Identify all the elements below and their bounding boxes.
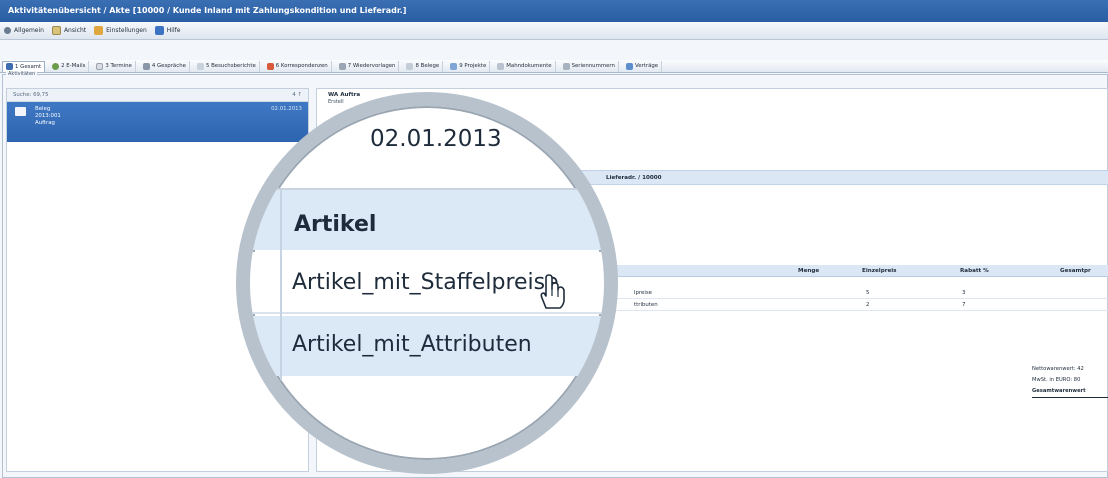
magnified-view: 02.01.2013 Artikel Artikel_mit_Staffelpr… (250, 106, 604, 460)
reminder-icon (338, 62, 346, 70)
col-total: Gesamtpr (1060, 268, 1091, 274)
tab-vertraege[interactable]: Verträge (623, 60, 663, 72)
column-divider (280, 190, 282, 380)
menu-hilfe[interactable]: Hilfe (154, 26, 180, 35)
row-discount: 3 (962, 290, 966, 296)
tab-belege[interactable]: 8 Belege (403, 60, 444, 72)
pin-icon (4, 27, 11, 34)
settings-icon (94, 26, 104, 35)
monitor-icon (6, 63, 13, 70)
tab-korrespondenzen[interactable]: 6 Korrespondenzen (264, 60, 332, 72)
gross-total: Gesamtwarenwert (1032, 388, 1086, 394)
application-window: Aktivitätenübersicht / Akte [10000 / Kun… (0, 0, 1108, 478)
tab-besuchsberichte[interactable]: 5 Besuchsberichte (194, 60, 260, 72)
activity-tabs: 1 Gesamt 2 E-Mails 3 Termine 4 Gespräche… (0, 60, 1108, 73)
menu-einstellungen[interactable]: Einstellungen (94, 26, 147, 35)
document-subtitle: Erstell (328, 99, 344, 105)
menu-bar: Allgemein Ansicht Einstellungen Hilfe (0, 22, 1108, 40)
view-icon (51, 26, 61, 35)
net-total: Nettowarenwert: 42 (1032, 366, 1084, 372)
project-icon (450, 62, 458, 70)
magnified-col-article: Artikel (294, 212, 377, 237)
list-nav-arrows[interactable]: 4 ↑ (292, 92, 302, 98)
row-quantity: 2 (866, 302, 870, 308)
menu-allgemein[interactable]: Allgemein (4, 27, 44, 34)
letter-icon (266, 62, 274, 70)
magnified-article-attributen[interactable]: Artikel_mit_Attributen (292, 332, 532, 357)
activity-search-row[interactable]: Suche: 69,75 4 ↑ (7, 89, 308, 102)
phone-icon (142, 62, 150, 70)
tab-projekte[interactable]: 9 Projekte (447, 60, 491, 72)
receipt-icon (406, 62, 414, 70)
magnifier-lens: 02.01.2013 Artikel Artikel_mit_Staffelpr… (236, 92, 618, 474)
calendar-icon (96, 62, 104, 70)
tab-wiedervorlagen[interactable]: 7 Wiedervorlagen (336, 60, 400, 72)
magnified-date: 02.01.2013 (370, 126, 502, 152)
serial-icon (562, 62, 570, 70)
row-article-fragment: ttributen (634, 302, 658, 308)
menu-ansicht[interactable]: Ansicht (51, 26, 86, 35)
document-icon (15, 107, 26, 116)
tab-gespraeche[interactable]: 4 Gespräche (140, 60, 190, 72)
totals-underline (1032, 397, 1108, 398)
col-discount: Rabatt % (960, 268, 989, 274)
tab-emails[interactable]: 2 E-Mails (49, 60, 90, 72)
mail-icon (52, 62, 60, 70)
window-title: Aktivitätenübersicht / Akte [10000 / Kun… (0, 0, 1108, 22)
col-unit-price: Einzelpreis (862, 268, 897, 274)
magnified-article-staffelpreise[interactable]: Artikel_mit_Staffelpreise (292, 270, 559, 295)
report-icon (196, 62, 204, 70)
col-quantity: Menge (798, 268, 820, 274)
tab-mahndokumente[interactable]: Mahndokumente (494, 60, 556, 72)
contract-icon (625, 62, 633, 70)
help-icon (154, 26, 164, 35)
hand-cursor-icon (540, 274, 565, 309)
row-discount: 7 (962, 302, 966, 308)
dunning-icon (497, 62, 505, 70)
tab-gesamt[interactable]: 1 Gesamt (2, 60, 46, 72)
row-quantity: 5 (866, 290, 870, 296)
totals-block: Nettowarenwert: 42 MwSt. in EURO: 80 Ges… (1032, 364, 1108, 398)
tab-termine[interactable]: 3 Termine (93, 60, 136, 72)
search-label: Suche: 69,75 (13, 92, 49, 98)
activities-group-label: Aktivitäten (6, 71, 38, 77)
customer-reference: Lieferadr. / 10000 (606, 175, 662, 181)
document-title: WA Auftra (328, 92, 361, 98)
tab-seriennummern[interactable]: Seriennummern (560, 60, 619, 72)
vat-total: MwSt. in EURO: 80 (1032, 377, 1081, 383)
row-article-fragment: lpreise (634, 290, 652, 296)
